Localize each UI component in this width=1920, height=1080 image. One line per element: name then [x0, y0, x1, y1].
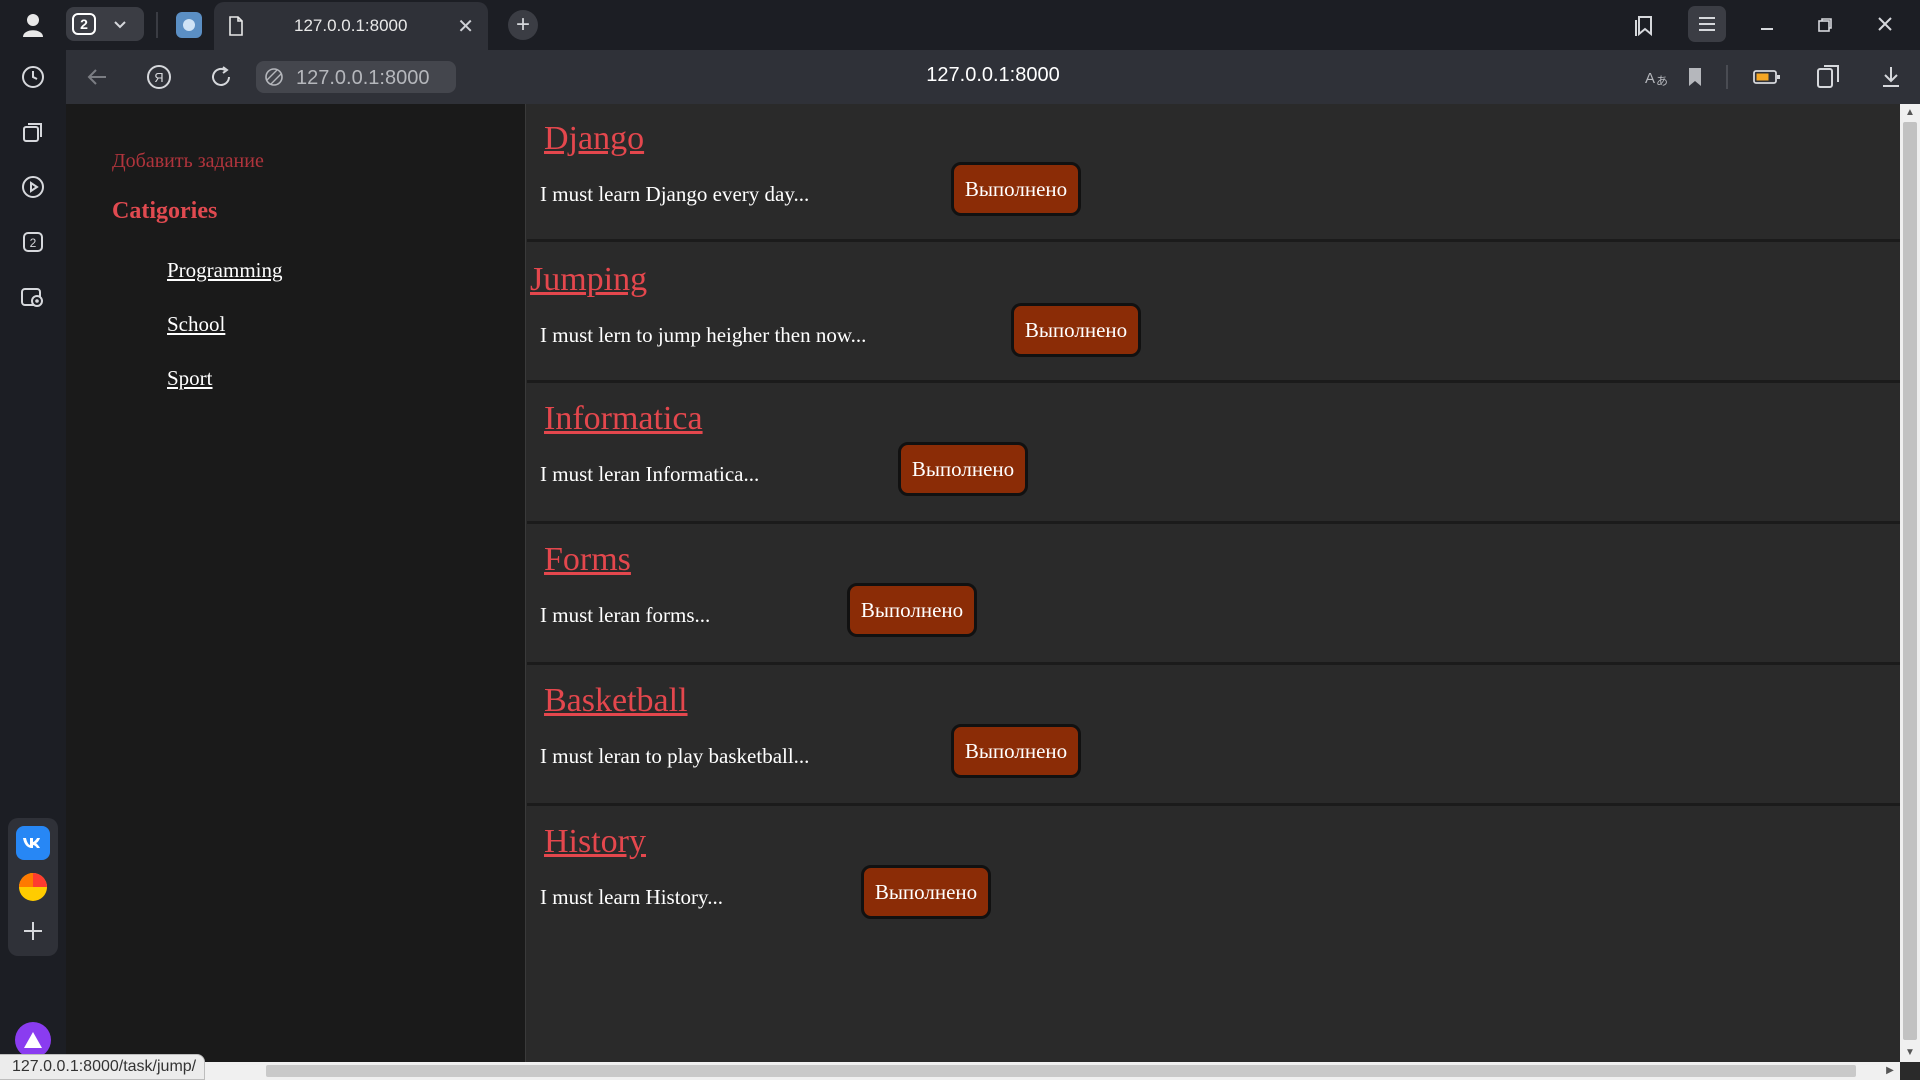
done-button[interactable]: Выполнено: [951, 162, 1081, 216]
browser-side-rail: 2 •••: [0, 50, 66, 1080]
address-bar-url[interactable]: 127.0.0.1:8000: [926, 64, 1059, 86]
task-card: Informatica I must leran Informatica... …: [527, 386, 1900, 524]
svg-text:2: 2: [30, 236, 37, 250]
page-viewport: Добавить задание Catigories Programming …: [66, 104, 1920, 1080]
vertical-scrollbar[interactable]: ▲ ▼: [1900, 104, 1920, 1062]
alice-assistant-icon[interactable]: [15, 1022, 51, 1058]
close-tab-icon[interactable]: ✕: [457, 14, 474, 39]
bookmark-icon[interactable]: [1680, 62, 1710, 92]
task-list: Django I must learn Django every day... …: [527, 104, 1900, 1062]
done-button[interactable]: Выполнено: [898, 442, 1028, 496]
active-tab[interactable]: 127.0.0.1:8000 ✕: [214, 2, 488, 50]
reader-icon[interactable]: [1814, 62, 1844, 92]
address-pill-text: 127.0.0.1:8000: [296, 67, 430, 89]
page-icon: [228, 16, 244, 36]
category-link-school[interactable]: School: [167, 312, 225, 337]
task-title-link[interactable]: Basketball: [544, 682, 688, 720]
sidebar-apps-group: [8, 818, 58, 956]
profile-icon[interactable]: [14, 10, 52, 40]
battery-saver-icon[interactable]: [1752, 62, 1782, 92]
pinned-tab-icon[interactable]: [176, 12, 202, 38]
add-task-link[interactable]: Добавить задание: [112, 150, 264, 173]
title-bar: 2 127.0.0.1:8000 ✕ +: [0, 0, 1920, 50]
new-tab-button[interactable]: +: [508, 10, 538, 40]
task-description: I must leran Informatica...: [540, 462, 760, 486]
download-icon[interactable]: [1876, 62, 1906, 92]
site-info-icon[interactable]: [264, 67, 284, 87]
scrollbar-thumb[interactable]: [1903, 122, 1917, 1040]
svg-text:Я: Я: [154, 70, 163, 85]
svg-text:A: A: [1645, 70, 1655, 87]
task-description: I must leran to play basketball...: [540, 744, 810, 768]
scroll-right-icon[interactable]: ▶: [1880, 1062, 1900, 1080]
chevron-down-icon: [112, 16, 128, 32]
vk-icon[interactable]: [16, 826, 50, 860]
add-app-icon[interactable]: [16, 914, 50, 948]
task-description: I must leran forms...: [540, 603, 711, 627]
tab-title: 127.0.0.1:8000: [294, 16, 408, 35]
screenshot-icon[interactable]: [16, 280, 50, 314]
site-sidebar: Добавить задание Catigories Programming …: [66, 104, 526, 1062]
reload-icon[interactable]: [206, 62, 236, 92]
yandex-icon[interactable]: Я: [144, 62, 174, 92]
collections-icon[interactable]: [1630, 10, 1660, 40]
tabs-panel-icon[interactable]: 2: [16, 225, 50, 259]
translate-icon[interactable]: Aあ: [1642, 62, 1672, 92]
task-description: I must learn Django every day...: [540, 182, 810, 206]
svg-text:あ: あ: [1656, 74, 1668, 88]
scroll-down-icon[interactable]: ▼: [1900, 1044, 1920, 1062]
tab-count: 2: [72, 13, 96, 35]
done-button[interactable]: Выполнено: [951, 724, 1081, 778]
task-description: I must learn History...: [540, 885, 723, 909]
scroll-up-icon[interactable]: ▲: [1900, 104, 1920, 122]
collections-panel-icon[interactable]: [16, 115, 50, 149]
task-description: I must lern to jump heigher then now...: [540, 323, 867, 347]
horizontal-scrollbar[interactable]: ▶: [66, 1062, 1900, 1080]
task-card: Basketball I must leran to play basketba…: [527, 668, 1900, 806]
task-title-link[interactable]: Django: [544, 120, 644, 158]
done-button[interactable]: Выполнено: [861, 865, 991, 919]
tabs-counter-button[interactable]: 2: [66, 7, 144, 41]
divider: [156, 12, 158, 38]
close-window-icon[interactable]: [1868, 8, 1902, 40]
address-pill[interactable]: 127.0.0.1:8000: [256, 61, 456, 93]
task-card: History I must learn History... Выполнен…: [527, 809, 1900, 947]
menu-icon[interactable]: [1688, 6, 1726, 42]
minimize-icon[interactable]: [1750, 10, 1784, 40]
history-icon[interactable]: [16, 60, 50, 94]
scrollbar-thumb[interactable]: [266, 1065, 1856, 1077]
done-button[interactable]: Выполнено: [1011, 303, 1141, 357]
play-icon[interactable]: [16, 170, 50, 204]
restore-icon[interactable]: [1808, 10, 1842, 40]
status-bar-url: 127.0.0.1:8000/task/jump/: [0, 1054, 206, 1080]
task-title-link[interactable]: Forms: [544, 541, 631, 579]
address-toolbar: Я 127.0.0.1:8000 127.0.0.1:8000 Aあ: [66, 50, 1920, 104]
back-icon[interactable]: [82, 62, 112, 92]
task-card: Forms I must leran forms... Выполнено: [527, 527, 1900, 665]
task-card: Jumping I must lern to jump heigher then…: [527, 245, 1900, 383]
task-card: Django I must learn Django every day... …: [527, 104, 1900, 242]
mail-icon[interactable]: [16, 870, 50, 904]
category-link-sport[interactable]: Sport: [167, 366, 213, 391]
category-link-programming[interactable]: Programming: [167, 258, 283, 283]
task-title-link[interactable]: History: [544, 823, 646, 861]
task-title-link[interactable]: Jumping: [530, 261, 647, 299]
divider: [1726, 65, 1728, 89]
done-button[interactable]: Выполнено: [847, 583, 977, 637]
categories-heading: Catigories: [112, 198, 218, 224]
task-title-link[interactable]: Informatica: [544, 400, 703, 438]
